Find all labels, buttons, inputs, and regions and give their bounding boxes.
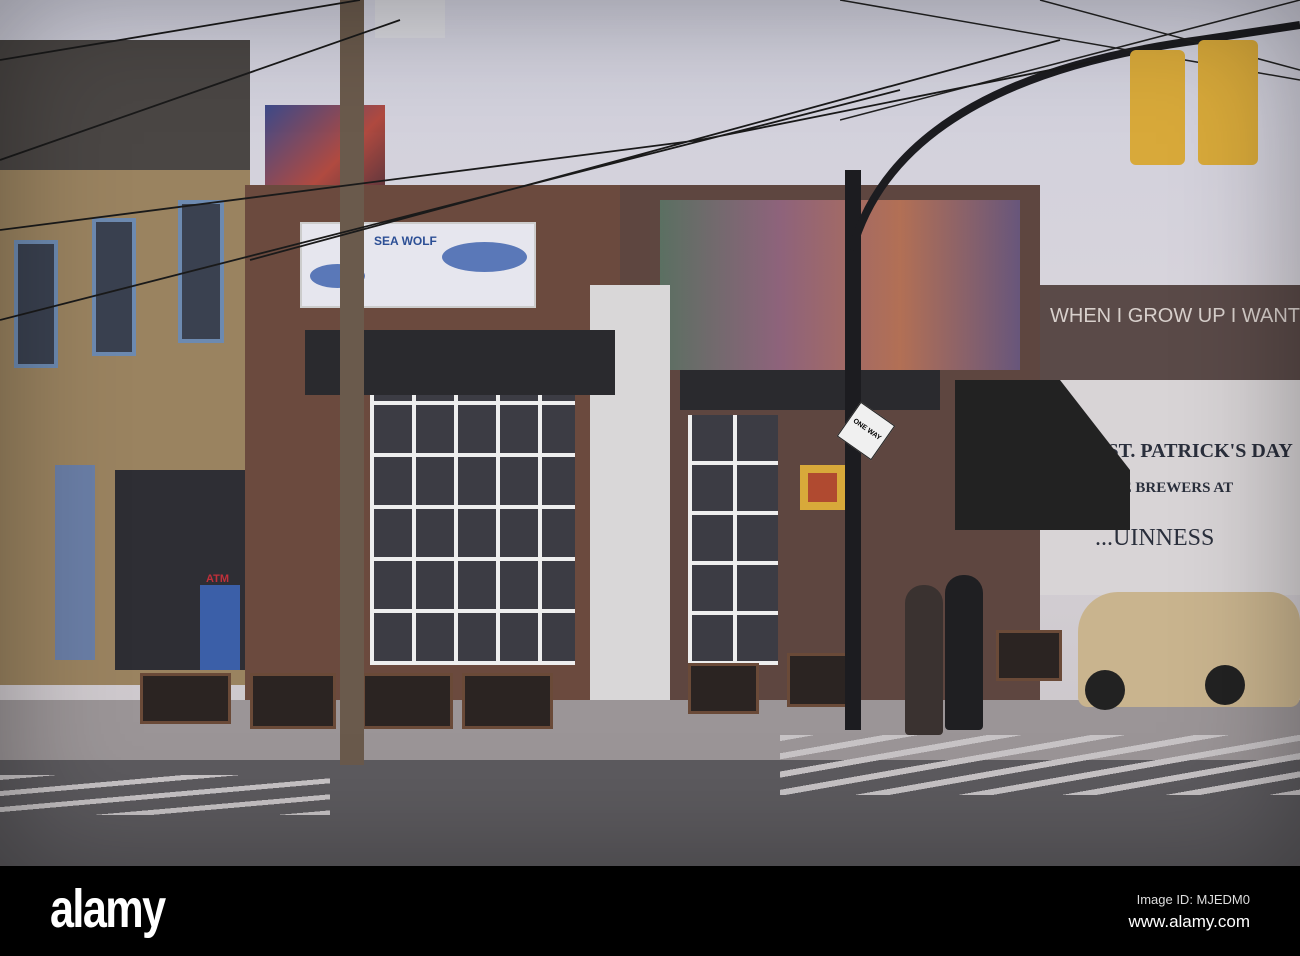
street-photo: SEA WOLF ...RY ST. PATRICK'S DAY THE BRE…: [0, 0, 1300, 866]
alamy-logo: alamy: [50, 879, 166, 939]
photo-vignette: [0, 0, 1300, 866]
alamy-url: www.alamy.com: [1128, 912, 1250, 931]
watermark-footer: alamy Image ID: MJEDM0 www.alamy.com: [0, 866, 1300, 956]
image-id: Image ID: MJEDM0: [1136, 892, 1250, 907]
